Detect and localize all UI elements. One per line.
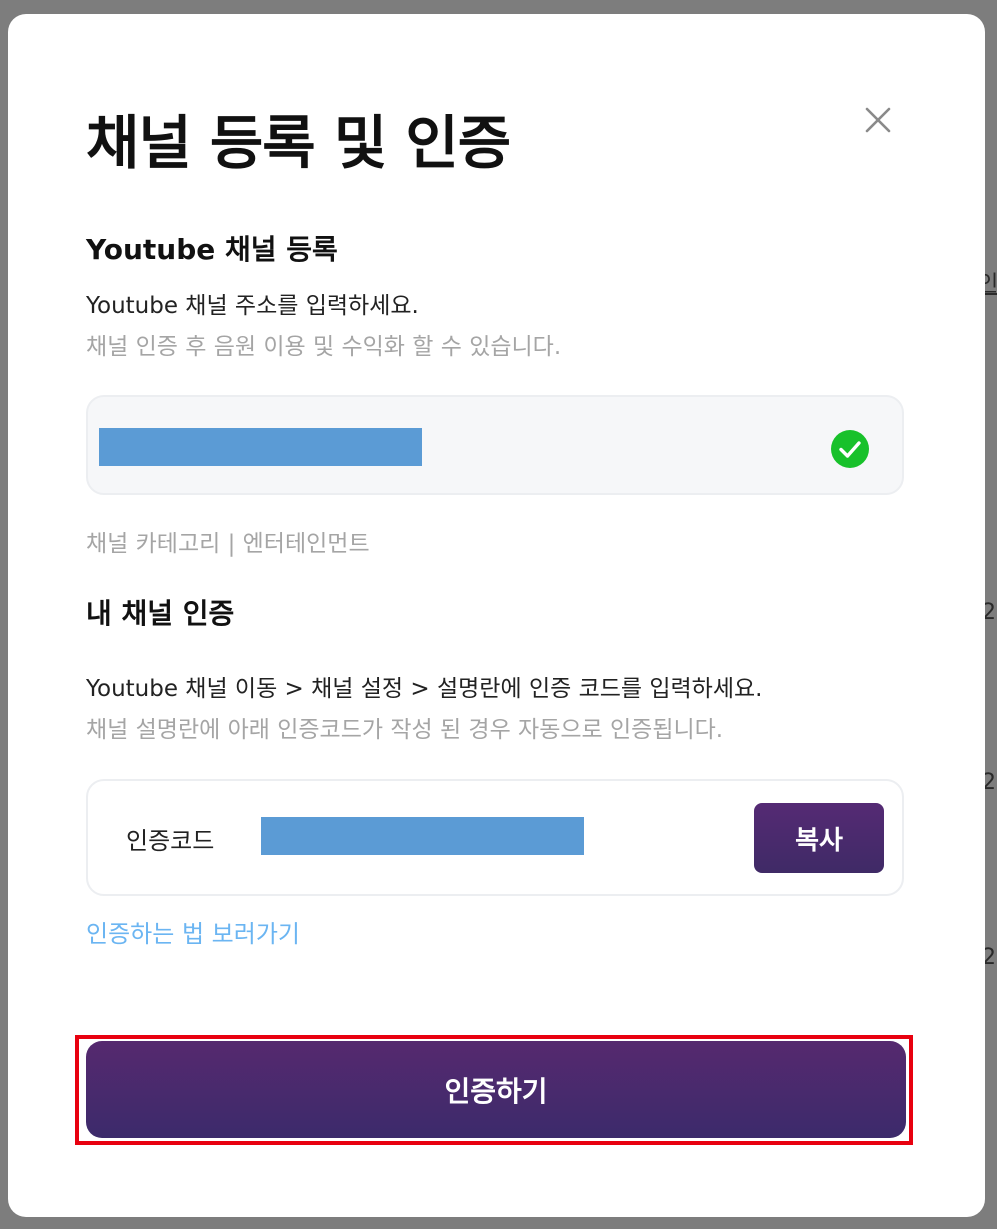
register-subtext: 채널 인증 후 음원 이용 및 수익화 할 수 있습니다. bbox=[86, 334, 562, 360]
register-section-heading: Youtube 채널 등록 bbox=[86, 233, 338, 266]
register-description: Youtube 채널 주소를 입력하세요. bbox=[86, 293, 419, 319]
channel-category-text: 채널 카테고리 | 엔터테인먼트 bbox=[86, 531, 370, 557]
verify-description: Youtube 채널 이동 > 채널 설정 > 설명란에 인증 코드를 입력하세… bbox=[86, 676, 763, 702]
verify-section-heading: 내 채널 인증 bbox=[86, 597, 235, 630]
channel-register-modal: 채널 등록 및 인증 Youtube 채널 등록 Youtube 채널 주소를 … bbox=[8, 14, 985, 1217]
close-icon bbox=[865, 107, 891, 133]
verify-subtext: 채널 설명란에 아래 인증코드가 작성 된 경우 자동으로 인증됩니다. bbox=[86, 717, 724, 743]
check-circle-icon bbox=[831, 430, 869, 468]
close-button[interactable] bbox=[860, 102, 896, 138]
redacted-channel-url bbox=[99, 428, 422, 466]
copy-button[interactable]: 복사 bbox=[754, 803, 884, 873]
verification-guide-link[interactable]: 인증하는 법 보러가기 bbox=[86, 914, 300, 949]
modal-title: 채널 등록 및 인증 bbox=[86, 109, 511, 177]
verify-submit-button[interactable]: 인증하기 bbox=[86, 1041, 906, 1138]
redacted-verification-code bbox=[261, 817, 584, 855]
verification-code-box: 인증코드 복사 bbox=[86, 779, 904, 896]
verification-code-label: 인증코드 bbox=[126, 827, 215, 855]
channel-url-input[interactable] bbox=[86, 395, 904, 495]
